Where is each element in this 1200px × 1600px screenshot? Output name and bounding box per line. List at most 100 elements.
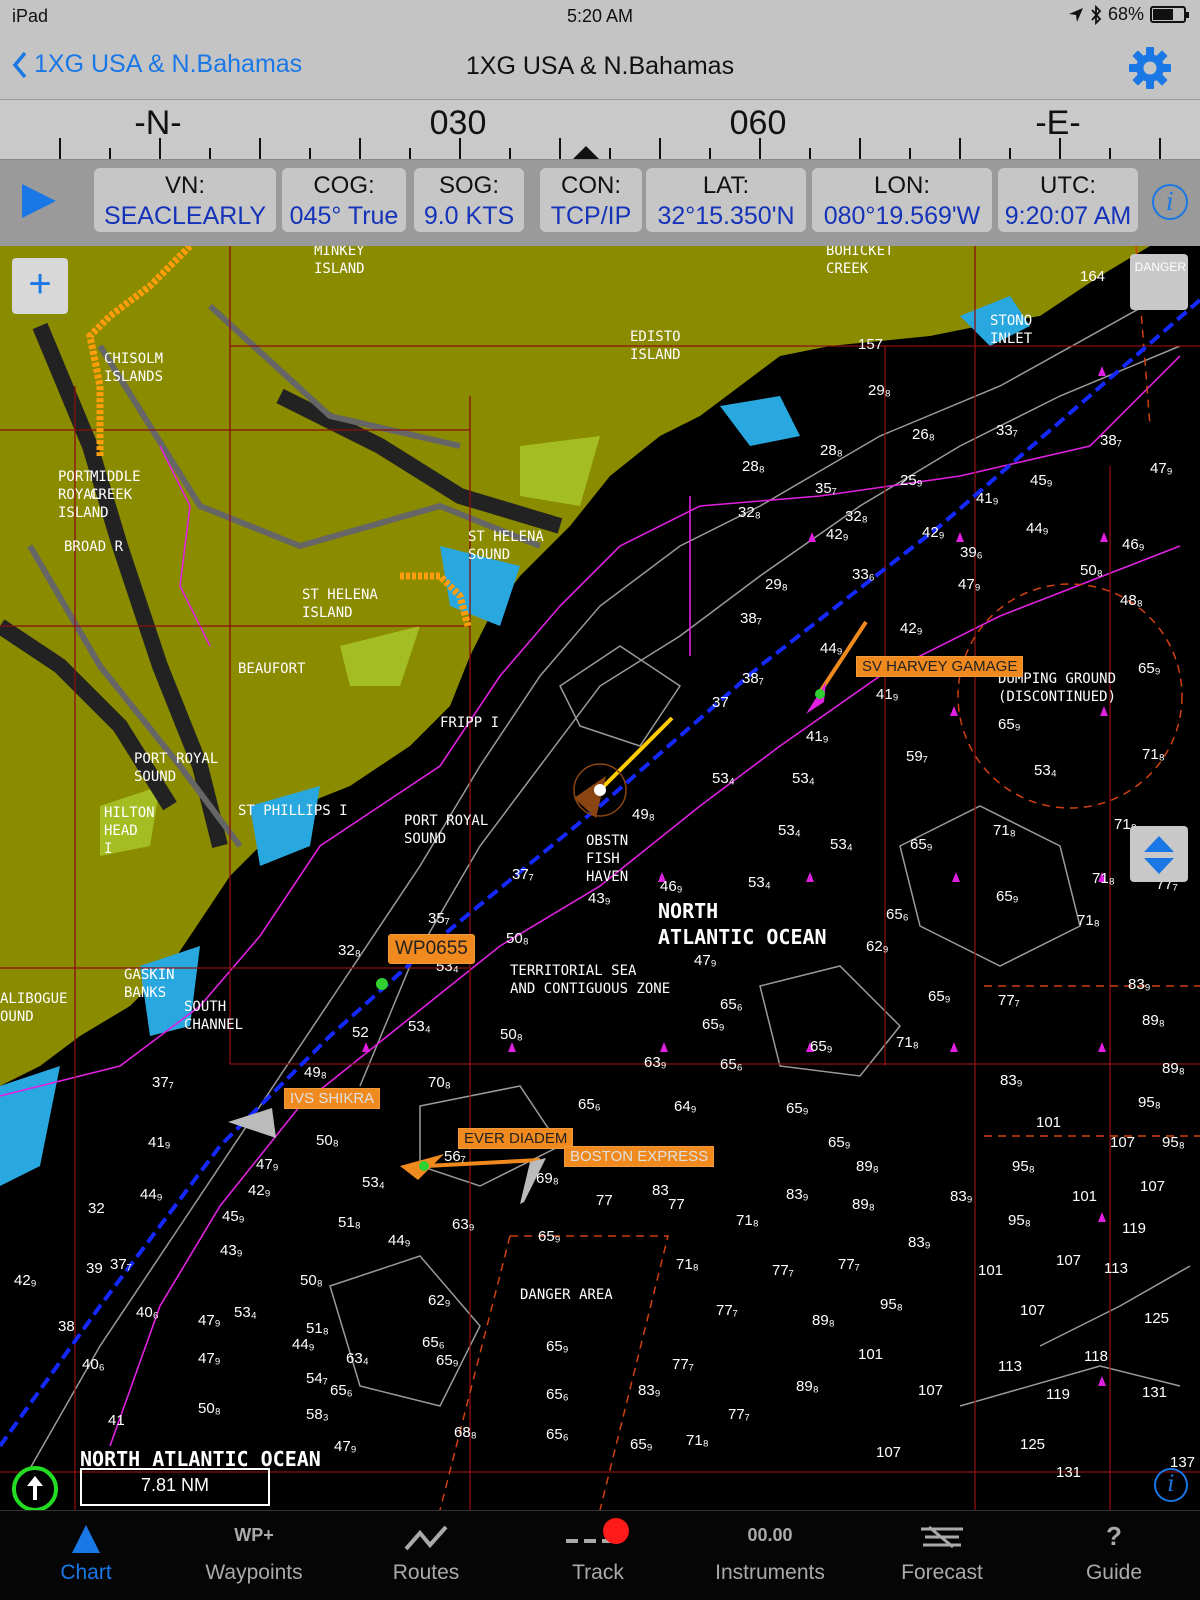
depth-sounding: 63₄	[346, 1350, 369, 1367]
depth-sounding: 47₉	[334, 1438, 357, 1455]
depth-sounding: 53₄	[792, 770, 815, 787]
depth-sounding: 47₉	[198, 1312, 221, 1329]
vessel-tag-boston-express[interactable]: BOSTON EXPRESS	[564, 1146, 715, 1167]
vessel-tag-ever-diadem[interactable]: EVER DIADEM	[458, 1128, 574, 1149]
compass-label-060: 060	[729, 104, 787, 142]
depth-sounding: 41₉	[148, 1134, 171, 1151]
gear-icon[interactable]	[1128, 46, 1172, 90]
depth-sounding: 65₉	[538, 1228, 561, 1245]
depth-sounding: 37	[712, 694, 729, 711]
place-label: ALIBOGUE OUND	[0, 991, 68, 1025]
depth-sounding: 83₉	[908, 1234, 931, 1251]
tab-forecast[interactable]: Forecast	[856, 1511, 1028, 1600]
tab-label: Track	[572, 1561, 624, 1584]
info-cell-latitude[interactable]: LAT: 32°15.350'N	[646, 168, 806, 232]
chart-icon	[72, 1525, 100, 1553]
depth-sounding: 65₉	[546, 1338, 569, 1355]
tab-guide[interactable]: ? Guide	[1028, 1511, 1200, 1600]
info-button[interactable]: i	[1152, 184, 1188, 220]
nautical-chart-view[interactable]: MINKEY ISLAND BOHICKET CREEK STONO INLET…	[0, 246, 1200, 1510]
depth-sounding: 44₉	[1026, 520, 1049, 537]
depth-sounding: 95₈	[1138, 1094, 1161, 1111]
place-label: OBSTN FISH HAVEN	[586, 833, 629, 885]
place-label: ST HELENA ISLAND	[302, 587, 378, 621]
depth-sounding: 26₈	[912, 426, 935, 443]
zoom-in-button[interactable]: +	[12, 258, 68, 314]
depth-sounding: 44₉	[820, 640, 843, 657]
depth-sounding: 95₈	[880, 1296, 903, 1313]
info-cell-utc[interactable]: UTC: 9:20:07 AM	[998, 168, 1138, 232]
info-cell-connection[interactable]: CON: TCP/IP	[540, 168, 642, 232]
info-cell-longitude[interactable]: LON: 080°19.569'W	[812, 168, 992, 232]
depth-sounding: 47₉	[694, 952, 717, 969]
tab-waypoints[interactable]: WP+ Waypoints	[168, 1511, 340, 1600]
depth-sounding: 53₄	[1034, 762, 1057, 779]
info-label: LAT:	[702, 172, 750, 199]
depth-sounding: 65₉	[786, 1100, 809, 1117]
depth-sounding: 101	[1036, 1114, 1062, 1131]
depth-sounding: 83₉	[1128, 976, 1151, 993]
waypoint-tag[interactable]: WP0655	[388, 934, 475, 964]
depth-sounding: 64₉	[674, 1098, 697, 1115]
north-up-button[interactable]	[12, 1466, 58, 1510]
depth-sounding: 43₉	[220, 1242, 243, 1259]
place-label: STONO INLET	[990, 313, 1033, 347]
location-arrow-icon	[1068, 7, 1083, 22]
waypoints-icon: WP+	[234, 1525, 274, 1545]
place-label: BOHICKET CREEK	[826, 246, 894, 277]
tab-track[interactable]: Track	[512, 1511, 684, 1600]
info-value: 9:20:07 AM	[1004, 202, 1132, 230]
depth-sounding: 50₈	[506, 930, 529, 947]
waypoint-dot	[376, 978, 388, 990]
battery-fill	[1153, 9, 1174, 20]
depth-sounding: 83₉	[950, 1188, 973, 1205]
info-cell-cog[interactable]: COG: 045° True	[282, 168, 406, 232]
depth-sounding: 53₄	[234, 1304, 257, 1321]
depth-sounding: 71₈	[993, 822, 1016, 839]
depth-sounding: 65₉	[928, 988, 951, 1005]
vessel-tag-harvey-gamage[interactable]: SV HARVEY GAMAGE	[856, 656, 1024, 677]
tab-label: Forecast	[901, 1561, 983, 1584]
tab-routes[interactable]: Routes	[340, 1511, 512, 1600]
depth-sounding: 65₆	[886, 906, 909, 923]
info-cell-vessel-name[interactable]: VN: SEACLEARLY	[94, 168, 276, 232]
depth-sounding: 42₉	[900, 620, 923, 637]
depth-sounding: 71₈	[676, 1256, 699, 1273]
vessel-tag-shikra[interactable]: IVS SHIKRA	[284, 1088, 381, 1109]
depth-sounding: 131	[1142, 1384, 1168, 1401]
chart-scroll-toggle-button[interactable]	[1130, 826, 1188, 882]
place-label: FRIPP I	[440, 715, 500, 731]
depth-sounding: 42₉	[248, 1182, 271, 1199]
place-label: ST HELENA SOUND	[468, 529, 544, 563]
compass-heading-strip[interactable]: -N- 030 060 -E-	[0, 100, 1200, 160]
depth-sounding: 71₈	[1092, 870, 1115, 887]
depth-sounding: 45₉	[222, 1208, 245, 1225]
depth-sounding: 47₉	[958, 576, 981, 593]
depth-sounding: 65₉	[1138, 660, 1161, 677]
tab-label: Waypoints	[205, 1561, 303, 1584]
depth-sounding: 38₇	[740, 610, 762, 627]
own-vessel-marker	[573, 716, 674, 818]
arrow-up-icon	[27, 1476, 43, 1500]
depth-sounding: 44₉	[292, 1336, 315, 1353]
tab-chart[interactable]: Chart	[0, 1511, 172, 1600]
depth-sounding: 53₄	[712, 770, 735, 787]
depth-sounding: 70₈	[428, 1074, 451, 1091]
info-label: LON:	[873, 172, 930, 199]
routes-icon	[404, 1525, 448, 1551]
info-label: UTC:	[1040, 172, 1096, 199]
chart-info-button[interactable]: i	[1154, 1468, 1188, 1502]
depth-sounding: 83₉	[638, 1382, 661, 1399]
depth-sounding: 65₉	[998, 716, 1021, 733]
depth-sounding: 89₈	[1162, 1060, 1185, 1077]
tab-label: Instruments	[715, 1561, 825, 1584]
instruments-icon: 00.00	[747, 1525, 793, 1545]
danger-layer-button[interactable]: DANGER	[1130, 254, 1188, 310]
depth-sounding: 95₈	[1012, 1158, 1035, 1175]
info-cell-sog[interactable]: SOG: 9.0 KTS	[414, 168, 524, 232]
tab-instruments[interactable]: 00.00 Instruments	[684, 1511, 856, 1600]
place-label: GASKIN BANKS	[124, 967, 175, 1001]
info-label: SOG:	[438, 172, 499, 199]
depth-sounding: 65₆	[720, 996, 743, 1013]
play-button[interactable]	[22, 184, 56, 218]
